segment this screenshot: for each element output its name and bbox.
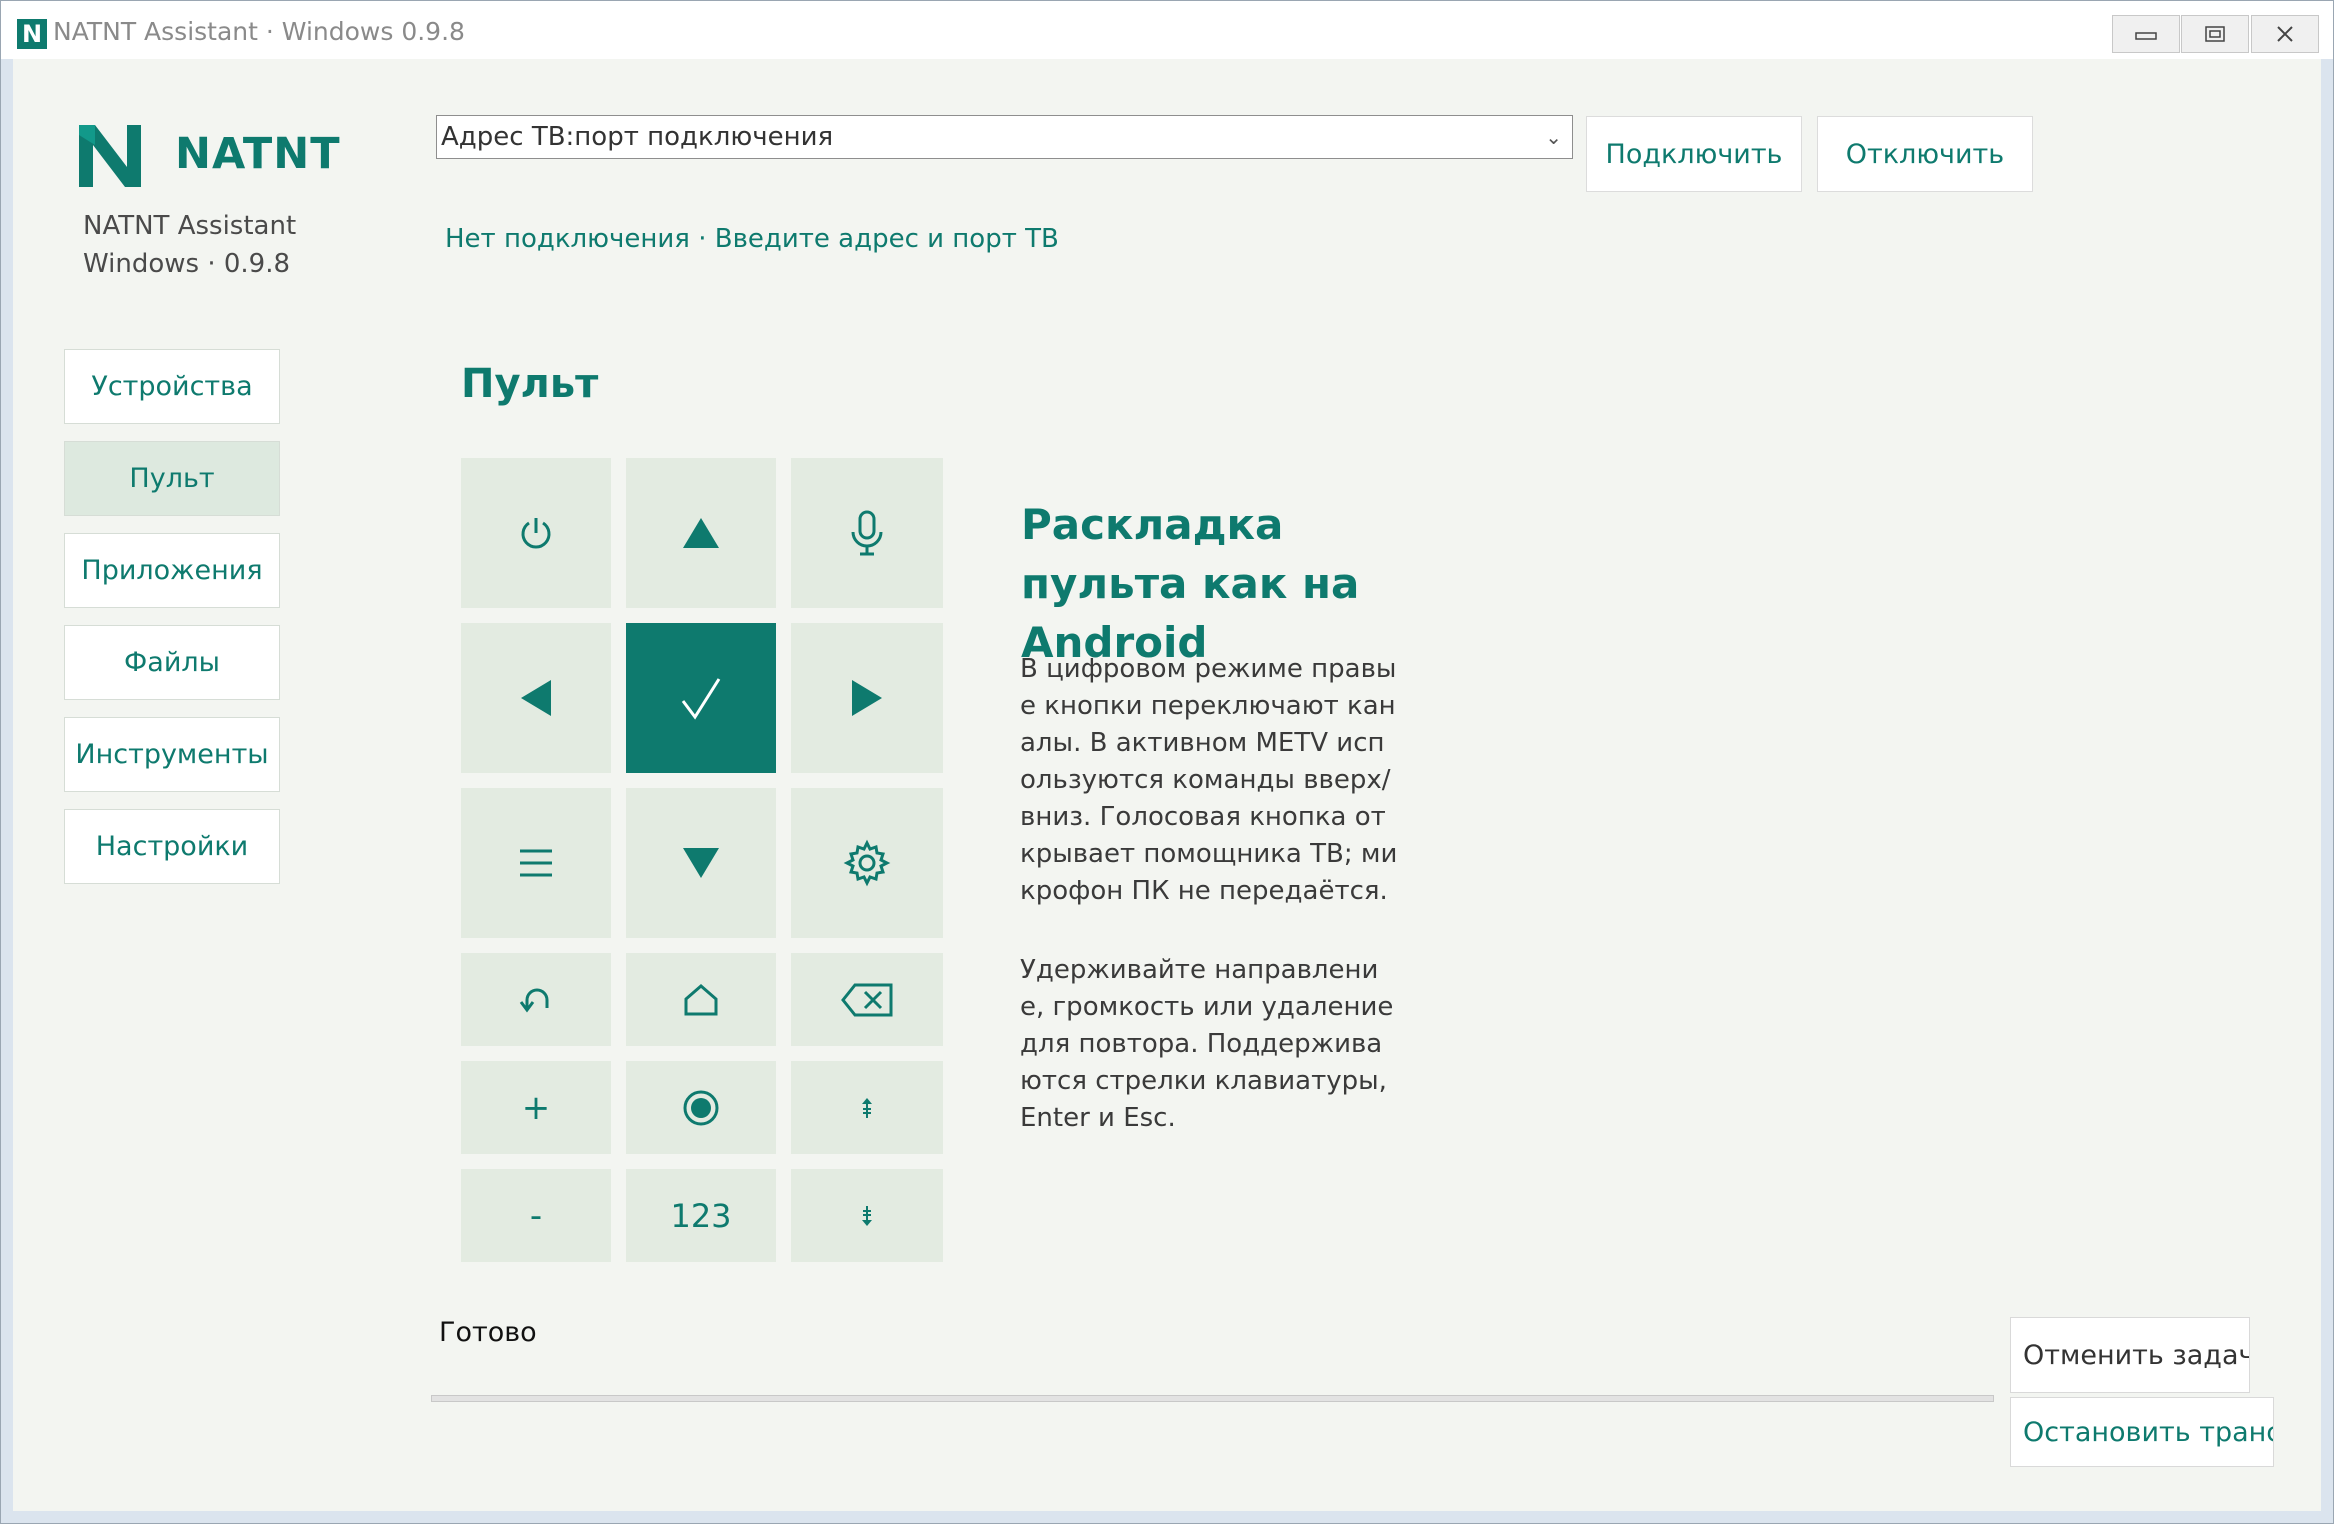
remote-key-home[interactable]	[626, 953, 776, 1046]
minimize-button[interactable]	[2112, 15, 2180, 53]
remote-key-delete[interactable]	[791, 953, 943, 1046]
restore-icon	[2205, 26, 2225, 42]
remote-key-ok[interactable]	[626, 623, 776, 773]
sidebar-item-settings[interactable]: Настройки	[64, 809, 280, 884]
remote-key-right[interactable]	[791, 623, 943, 773]
check-icon	[681, 678, 721, 720]
task-status: Готово	[439, 1317, 537, 1348]
stop-stream-button[interactable]: Остановить трансл	[2010, 1397, 2274, 1467]
address-combobox[interactable]: Адрес ТВ:порт подключения ⌄	[436, 115, 1573, 159]
back-icon	[519, 988, 549, 1012]
layout-heading: Раскладка пульта как на Android	[1021, 500, 1360, 667]
app-window: N NATNT Assistant · Windows 0.9.8 NATNT …	[0, 0, 2334, 1524]
restore-button[interactable]	[2181, 15, 2249, 53]
remote-key-down[interactable]	[626, 788, 776, 938]
remote-key-volume-down[interactable]: -	[461, 1169, 611, 1262]
arrow-right-icon	[852, 680, 882, 716]
remote-key-menu[interactable]	[461, 788, 611, 938]
brand-name: NATNT	[175, 129, 341, 179]
task-progress-bar	[431, 1395, 1994, 1402]
remote-key-volume-up[interactable]: +	[461, 1061, 611, 1154]
version-line: Windows · 0.9.8	[83, 249, 291, 279]
app-logo-icon: N	[17, 19, 47, 49]
arrow-up-icon	[683, 518, 719, 548]
remote-key-left[interactable]	[461, 623, 611, 773]
arrow-left-icon	[521, 680, 551, 716]
remote-key-numbers[interactable]: 123	[626, 1169, 776, 1262]
remote-key-channel-up[interactable]	[791, 1061, 943, 1154]
close-button[interactable]	[2251, 15, 2319, 53]
remote-key-channel-down[interactable]	[791, 1169, 943, 1262]
remote-key-power[interactable]	[461, 458, 611, 608]
arrow-down-icon	[683, 848, 719, 878]
info-paragraph-1: В цифровом режиме правые кнопки переключ…	[1020, 654, 1398, 906]
info-paragraph-2: Удерживайте направление, громкость или у…	[1020, 955, 1394, 1133]
home-icon	[684, 983, 718, 1015]
sidebar-item-files[interactable]: Файлы	[64, 625, 280, 700]
remote-key-voice[interactable]	[791, 458, 943, 608]
minimize-icon	[2135, 32, 2157, 40]
sidebar-item-apps[interactable]: Приложения	[64, 533, 280, 608]
disconnect-button[interactable]: Отключить	[1817, 116, 2033, 192]
sidebar-item-devices[interactable]: Устройства	[64, 349, 280, 424]
gear-icon	[843, 839, 891, 887]
chevron-down-icon[interactable]: ⌄	[1545, 116, 1562, 158]
remote-key-record[interactable]	[626, 1061, 776, 1154]
natnt-logo-icon	[79, 125, 141, 187]
microphone-icon	[851, 510, 883, 556]
remote-key-settings[interactable]	[791, 788, 943, 938]
power-icon	[521, 518, 551, 549]
backspace-icon	[841, 983, 893, 1016]
connect-button[interactable]: Подключить	[1586, 116, 1802, 192]
address-value: Адрес ТВ:порт подключения	[441, 122, 834, 152]
remote-key-back[interactable]	[461, 953, 611, 1046]
main-area: NATNT NATNT Assistant Windows · 0.9.8 Ус…	[13, 59, 2321, 1511]
record-icon	[683, 1090, 719, 1125]
remote-key-up[interactable]	[626, 458, 776, 608]
window-title: NATNT Assistant · Windows 0.9.8	[53, 17, 465, 46]
cancel-task-button[interactable]: Отменить задачу	[2010, 1317, 2250, 1393]
sidebar-item-tools[interactable]: Инструменты	[64, 717, 280, 792]
page-title: Пульт	[461, 361, 599, 407]
channel-down-icon	[862, 1205, 872, 1226]
channel-up-icon	[862, 1097, 872, 1118]
menu-icon	[520, 849, 552, 877]
close-icon	[2277, 26, 2293, 42]
app-name: NATNT Assistant	[83, 211, 297, 241]
title-bar: N NATNT Assistant · Windows 0.9.8	[1, 1, 2333, 59]
connection-status: Нет подключения · Введите адрес и порт Т…	[445, 224, 1059, 254]
sidebar-item-remote[interactable]: Пульт	[64, 441, 280, 516]
